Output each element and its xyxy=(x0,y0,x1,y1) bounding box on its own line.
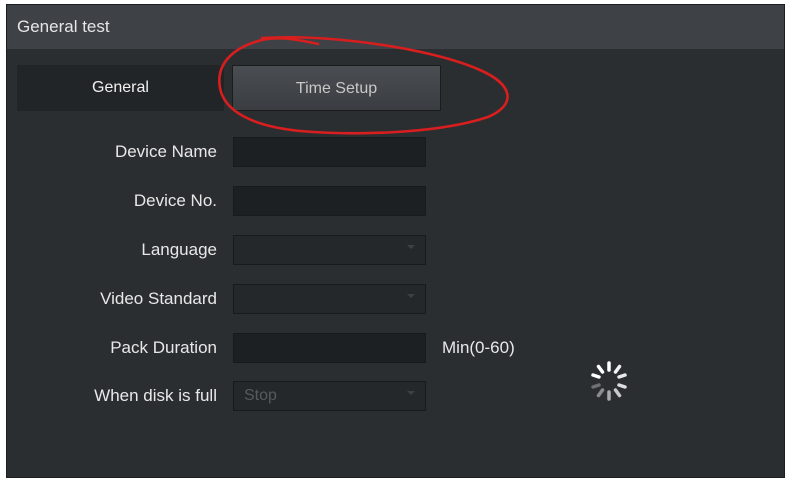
video-standard-select[interactable] xyxy=(233,284,426,314)
device-name-input[interactable] xyxy=(233,137,426,167)
pack-duration-label: Pack Duration xyxy=(110,338,217,357)
settings-window: General test General Time Setup Device N… xyxy=(6,4,785,478)
chevron-down-icon xyxy=(407,294,415,298)
device-no-input[interactable] xyxy=(233,186,426,216)
disk-full-value: Stop xyxy=(244,387,277,404)
disk-full-select[interactable]: Stop xyxy=(233,381,426,411)
chevron-down-icon xyxy=(407,245,415,249)
chevron-down-icon xyxy=(407,391,415,395)
video-standard-label: Video Standard xyxy=(100,289,217,308)
pack-duration-unit: Min(0-60) xyxy=(442,338,515,357)
device-name-label: Device Name xyxy=(114,142,217,161)
language-label: Language xyxy=(141,240,217,259)
disk-full-label: When disk is full xyxy=(94,386,217,405)
language-select[interactable] xyxy=(233,235,426,265)
pack-duration-input[interactable] xyxy=(233,333,426,363)
tab-time-setup[interactable]: Time Setup xyxy=(232,65,441,111)
tab-general[interactable]: General xyxy=(17,65,224,111)
window-title: General test xyxy=(7,5,784,49)
device-no-label: Device No. xyxy=(133,191,217,210)
loading-spinner-icon xyxy=(591,361,627,401)
